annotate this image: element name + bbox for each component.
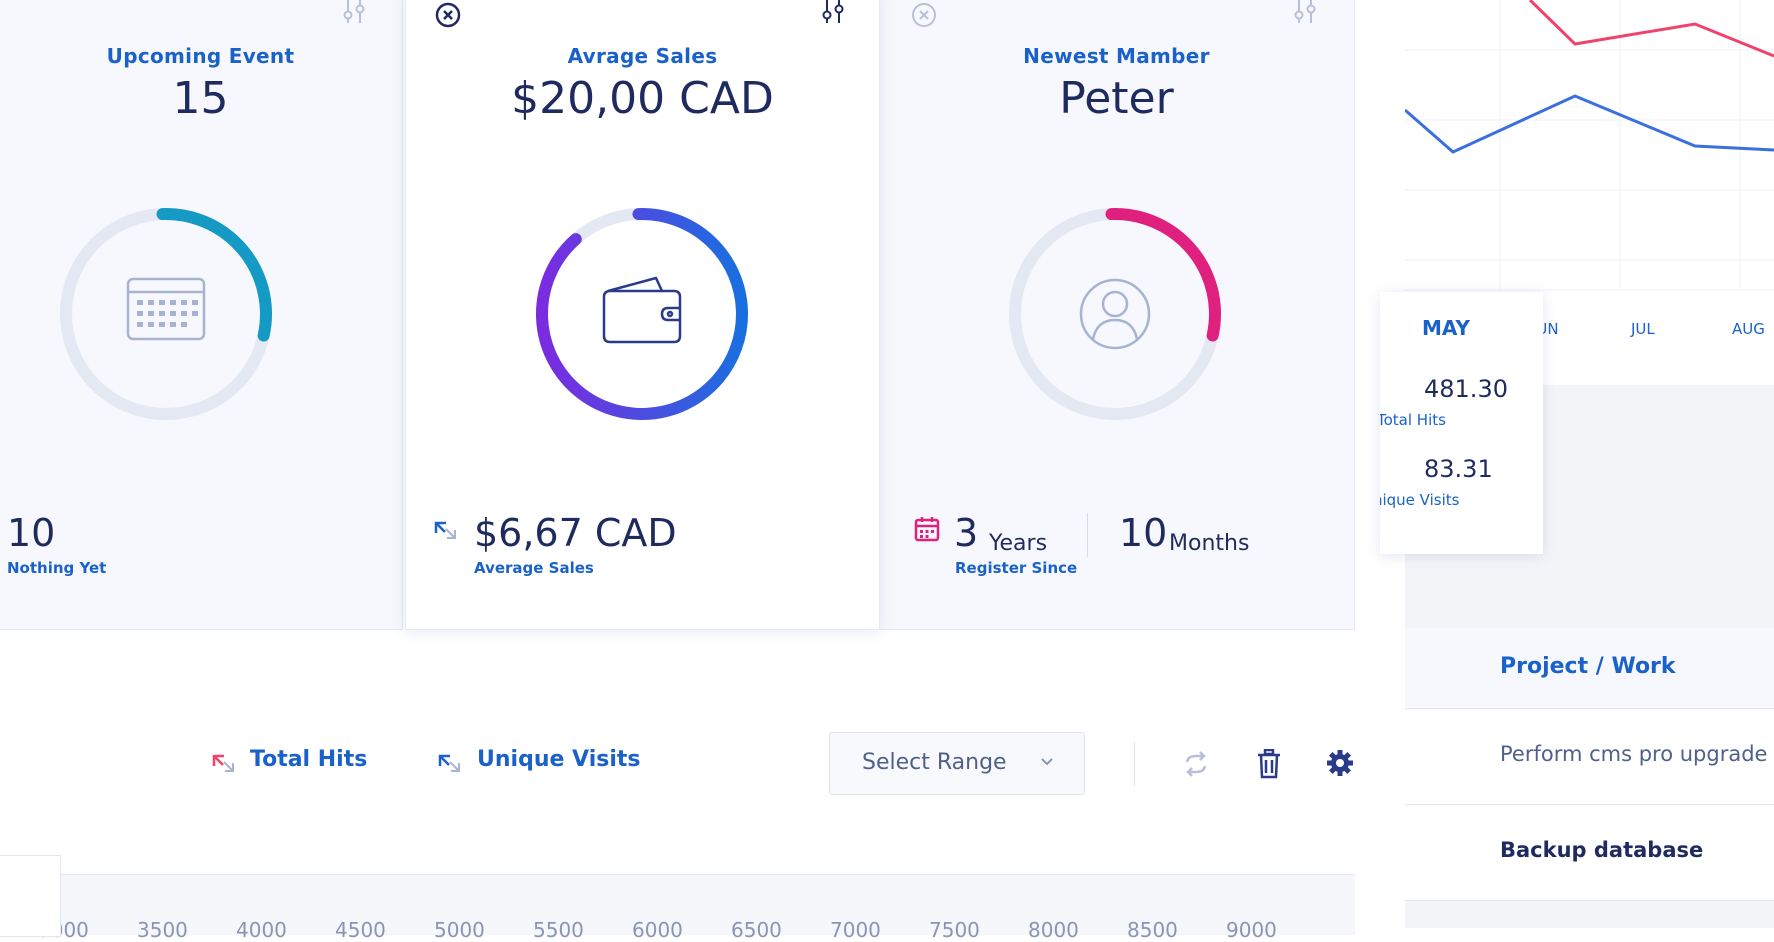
- wallet-icon: [602, 276, 682, 344]
- tooltip-label-1: Total Hits: [1380, 411, 1446, 429]
- user-avatar-icon: [1079, 278, 1151, 350]
- footer-label: Average Sales: [474, 559, 594, 577]
- x-axis-tick: 4000: [236, 918, 287, 942]
- card-title: Upcoming Event: [106, 44, 295, 68]
- unique-visits-line: [1404, 94, 1774, 154]
- footer-value: $6,67 CAD: [474, 511, 677, 555]
- footer-divider: [1087, 513, 1088, 557]
- legend-unique-visits[interactable]: Unique Visits: [477, 747, 641, 772]
- unique-visits-trend-icon: [438, 754, 460, 772]
- tooltip-label-2: Unique Visits: [1380, 491, 1460, 509]
- newest-member-card: Newest Mamber Peter 3 Years 10 Months Re…: [878, 0, 1355, 630]
- settings-sliders-icon[interactable]: [342, 0, 366, 27]
- select-range-dropdown[interactable]: Select Range: [829, 732, 1085, 795]
- table-row[interactable]: Backup database: [1405, 805, 1774, 901]
- settings-sliders-icon[interactable]: [1293, 0, 1317, 27]
- table-header: Project / Work: [1405, 628, 1774, 709]
- card-value: Peter: [1059, 73, 1174, 124]
- x-axis-tick: 6000: [632, 918, 683, 942]
- x-label-may: MAY: [1422, 316, 1470, 340]
- trash-icon[interactable]: [1256, 749, 1282, 779]
- visits-line-chart: MAY JUN JUL AUG: [1404, 0, 1774, 385]
- total-hits-line: [1528, 0, 1774, 58]
- x-axis-tick: 6500: [731, 918, 782, 942]
- table-row-label: Backup database: [1500, 838, 1704, 862]
- progress-ring: [60, 208, 272, 420]
- footer-label: Nothing Yet: [7, 559, 107, 577]
- progress-ring: [1009, 208, 1221, 420]
- x-axis-tick: 3500: [137, 918, 188, 942]
- tooltip-value-2: 83.31: [1424, 455, 1493, 483]
- x-axis-tick: 5000: [434, 918, 485, 942]
- footer-label: Register Since: [955, 559, 1078, 577]
- years-unit: Years: [989, 531, 1048, 556]
- table-row[interactable]: Perform cms pro upgrade: [1405, 709, 1774, 805]
- refresh-icon[interactable]: [1182, 750, 1210, 778]
- table-row-label: Perform cms pro upgrade: [1500, 742, 1768, 766]
- table-header-label: Project / Work: [1500, 654, 1676, 679]
- years-number: 3: [954, 511, 979, 555]
- x-label-jul: JUL: [1631, 320, 1655, 338]
- x-axis-tick: 7500: [929, 918, 980, 942]
- x-axis-tick: 5500: [533, 918, 584, 942]
- chart-side-tab: [0, 855, 61, 937]
- trend-arrows-icon: [434, 521, 456, 539]
- gear-icon[interactable]: [1326, 749, 1354, 777]
- card-value: 15: [172, 73, 229, 124]
- months-number: 10: [1119, 511, 1168, 555]
- close-icon[interactable]: [911, 2, 937, 28]
- card-title: Avrage Sales: [567, 44, 718, 68]
- settings-sliders-icon[interactable]: [821, 0, 845, 27]
- select-range-label: Select Range: [862, 750, 1007, 775]
- close-icon[interactable]: [435, 2, 461, 28]
- footer-value: 10: [7, 511, 56, 555]
- toolbar-divider: [1134, 742, 1135, 786]
- chevron-down-icon: [1041, 758, 1053, 766]
- x-axis-tick: 8500: [1127, 918, 1178, 942]
- calendar-icon: [914, 517, 940, 542]
- x-label-aug: AUG: [1732, 320, 1765, 338]
- upcoming-event-card: Upcoming Event 15 10 Nothing Yet: [0, 0, 403, 630]
- x-axis-tick: 4500: [335, 918, 386, 942]
- x-axis-tick: 8000: [1028, 918, 1079, 942]
- tooltip-value-1: 481.30: [1424, 375, 1508, 403]
- progress-ring: [536, 208, 748, 420]
- card-title: Newest Mamber: [1023, 44, 1210, 68]
- average-sales-card: Avrage Sales $20,00 CAD $6,67 CAD Averag…: [405, 0, 880, 630]
- calendar-icon: [126, 277, 206, 341]
- total-hits-trend-icon: [212, 754, 234, 772]
- x-axis-tick: 7000: [830, 918, 881, 942]
- card-value: $20,00 CAD: [511, 73, 774, 124]
- legend-total-hits[interactable]: Total Hits: [250, 747, 367, 772]
- x-axis-tick: 9000: [1226, 918, 1277, 942]
- months-unit: Months: [1169, 531, 1250, 556]
